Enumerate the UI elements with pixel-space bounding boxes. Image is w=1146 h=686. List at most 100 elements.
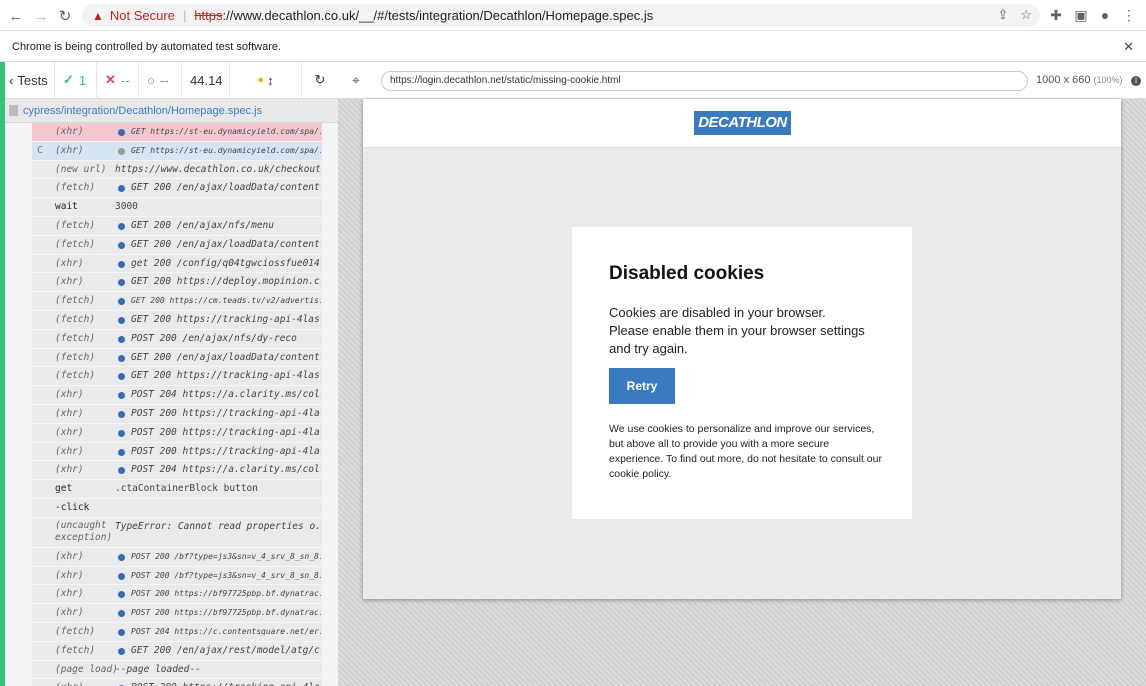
command-row[interactable]: (xhr) POST 204 https://a.clarity.ms/col..… [32, 386, 322, 405]
cypress-runner-panel: ‹ Tests ✓ 1 ✕ -- ○ -- 44.14 ● ↕ ↻ cypres… [0, 61, 338, 686]
failed-value: -- [120, 72, 130, 88]
address-bar[interactable]: ▲ Not Secure | https://www.decathlon.co.… [82, 4, 1040, 27]
scroll-toggle[interactable]: ● ↕ [230, 62, 301, 99]
status-dot-icon [118, 298, 125, 306]
command-row[interactable]: (xhr) POST 200 /bf?type=js3&sn=v_4_srv_8_… [32, 548, 322, 567]
command-row[interactable]: 31get.ctaContainerBlock button [32, 480, 322, 499]
command-row[interactable]: (fetch) GET 200 https://cm.teads.tv/v2/ad… [32, 292, 322, 311]
aut-url-field[interactable]: https://login.decathlon.net/static/missi… [381, 71, 1028, 91]
retry-button[interactable]: Retry [609, 368, 675, 404]
command-name: (xhr) [55, 126, 84, 137]
command-row[interactable]: (fetch) POST 204 https://c.contentsquare.… [32, 623, 322, 642]
tests-button[interactable]: ‹ Tests [5, 61, 55, 99]
viewport-dimensions: 1000 x 660 [1036, 74, 1091, 86]
command-row[interactable]: (fetch) GET 200 /en/ajax/loadData/content… [32, 236, 322, 255]
pending-count[interactable]: ○ -- [139, 61, 182, 99]
viewport-scale: (100%) [1093, 75, 1123, 85]
command-name: (xhr) [55, 550, 84, 562]
command-message: GET 200 https://tracking-api-4las... [131, 313, 321, 325]
cookie-policy-note: We use cookies to personalize and improv… [609, 423, 882, 480]
menu-kebab-icon[interactable]: ⋮ [1119, 5, 1139, 25]
rerun-button[interactable]: ↻ [301, 61, 338, 99]
command-row[interactable]: (xhr) POST 200 https://tracking-api-4la..… [32, 424, 322, 443]
command-row[interactable]: 32-click [32, 499, 322, 518]
status-dot-icon [118, 467, 125, 475]
command-row[interactable]: (xhr) POST 200 https://bf97725pbp.bf.dyna… [32, 604, 322, 623]
spec-path[interactable]: cypress/integration/Decathlon/Homepage.s… [23, 105, 262, 117]
command-message: POST 200 https://tracking-api-4la... [131, 407, 321, 419]
command-row[interactable]: (xhr) POST 200 https://tracking-api-4la..… [32, 405, 322, 424]
forward-icon[interactable]: → [30, 5, 52, 27]
command-message: GET 200 https://deploy.mopinion.c... [131, 276, 321, 288]
command-row[interactable]: (fetch) GET 200 /en/ajax/rest/model/atg/c… [32, 642, 322, 661]
command-name: (fetch) [55, 332, 96, 344]
command-name: wait [55, 201, 78, 213]
command-row[interactable]: (fetch) GET 200 https://tracking-api-4las… [32, 367, 322, 387]
command-row[interactable]: (page load) --page loaded-- [32, 661, 322, 680]
command-row[interactable]: (fetch) GET 200 /en/ajax/nfs/menu [32, 217, 322, 236]
command-row[interactable]: (fetch) POST 200 /en/ajax/nfs/dy-reco [32, 330, 322, 349]
command-name: (fetch) [55, 625, 96, 637]
command-row[interactable]: (uncaught exception) TypeError: Cannot re… [32, 518, 322, 548]
page-title: Disabled cookies [609, 263, 765, 284]
status-dot-icon [118, 591, 125, 599]
share-icon[interactable]: ⇪ [997, 7, 1008, 23]
command-name: (fetch) [55, 182, 96, 194]
command-row[interactable]: (new url) https://www.decathlon.co.uk/che… [32, 161, 322, 180]
command-message: .ctaContainerBlock button [115, 483, 258, 495]
x-icon: ✕ [105, 72, 116, 87]
spec-path-bar[interactable]: cypress/integration/Decathlon/Homepage.s… [5, 99, 338, 123]
command-row[interactable]: (xhr) POST 200 https://tracking-api-4la..… [32, 679, 322, 686]
duration-value: 44.14 [190, 72, 223, 88]
command-message: GET 200 /en/ajax/loadData/content... [131, 182, 321, 194]
side-panel-icon[interactable]: ▣ [1071, 5, 1091, 25]
viewport-size: 1000 x 660 (100%) [1036, 74, 1123, 86]
close-icon[interactable]: ✕ [1123, 39, 1134, 55]
status-dot-icon [118, 354, 125, 362]
command-name: (xhr) [55, 682, 84, 686]
viewport-header: ⌖ https://login.decathlon.net/static/mis… [338, 62, 1146, 99]
infobar-text: Chrome is being controlled by automated … [12, 41, 282, 53]
command-row[interactable]: (xhr) POST 204 https://a.clarity.ms/col..… [32, 461, 322, 481]
status-dot-icon [118, 647, 125, 655]
failed-count[interactable]: ✕ -- [97, 61, 139, 99]
command-row[interactable]: (xhr) POST 200 https://bf97725pbp.bf.dyna… [32, 585, 322, 605]
selector-playground-icon[interactable]: ⌖ [352, 72, 368, 88]
command-row[interactable]: (fetch) GET 200 /en/ajax/loadData/content… [32, 179, 322, 199]
passed-count[interactable]: ✓ 1 [55, 61, 97, 99]
back-icon[interactable]: ← [5, 5, 27, 27]
status-dot-icon [118, 628, 125, 636]
command-name: (fetch) [55, 370, 96, 382]
extensions-icon[interactable]: ✚ [1046, 5, 1066, 25]
command-message: GET 200 https://tracking-api-4las... [131, 370, 321, 382]
automation-infobar: Chrome is being controlled by automated … [0, 31, 1146, 62]
bookmark-star-icon[interactable]: ☆ [1020, 7, 1032, 23]
command-row[interactable]: (xhr) POST 200 /bf?type=js3&sn=v_4_srv_8_… [32, 567, 322, 586]
status-dot-icon [118, 335, 125, 343]
command-log[interactable]: (xhr) GET https://st-eu.dynamicyield.com/… [32, 123, 322, 686]
chevron-left-icon: ‹ [9, 72, 14, 88]
command-row[interactable]: (xhr) GET https://st-eu.dynamicyield.com/… [32, 123, 322, 142]
command-row[interactable]: (fetch) GET 200 https://tracking-api-4las… [32, 311, 322, 330]
status-dot-icon [118, 392, 125, 400]
command-row[interactable]: 30wait3000 [32, 198, 322, 217]
decathlon-logo[interactable]: DECATHLON [694, 111, 791, 135]
command-row[interactable]: (xhr) POST 200 https://tracking-api-4la..… [32, 443, 322, 462]
warning-icon: ▲ [92, 8, 104, 23]
command-message: POST 200 https://tracking-api-4la... [131, 682, 321, 686]
reload-icon[interactable]: ↻ [54, 5, 76, 27]
command-message: GET https://st-eu.dynamicyield.com/spa/.… [131, 127, 321, 136]
command-row[interactable]: (xhr) get 200 /config/q04tgwciossfue014..… [32, 255, 322, 274]
status-dot-icon [118, 410, 125, 418]
status-dot-icon: ● [257, 74, 265, 86]
security-label[interactable]: Not Secure [110, 8, 175, 23]
command-row[interactable]: (fetch) GET 200 /en/ajax/loadData/content… [32, 349, 322, 368]
app-under-test-frame: DECATHLON Disabled cookies Cookies are d… [363, 99, 1121, 599]
command-row[interactable]: C (xhr) GET https://st-eu.dynamicyield.com… [32, 141, 322, 161]
app-viewport: ⌖ https://login.decathlon.net/static/mis… [338, 62, 1146, 686]
profile-avatar-icon[interactable]: ● [1095, 5, 1115, 25]
command-name: (xhr) [55, 144, 84, 156]
info-icon[interactable]: i [1131, 76, 1141, 86]
command-row[interactable]: (xhr) GET 200 https://deploy.mopinion.c..… [32, 273, 322, 293]
check-icon: ✓ [63, 72, 74, 87]
